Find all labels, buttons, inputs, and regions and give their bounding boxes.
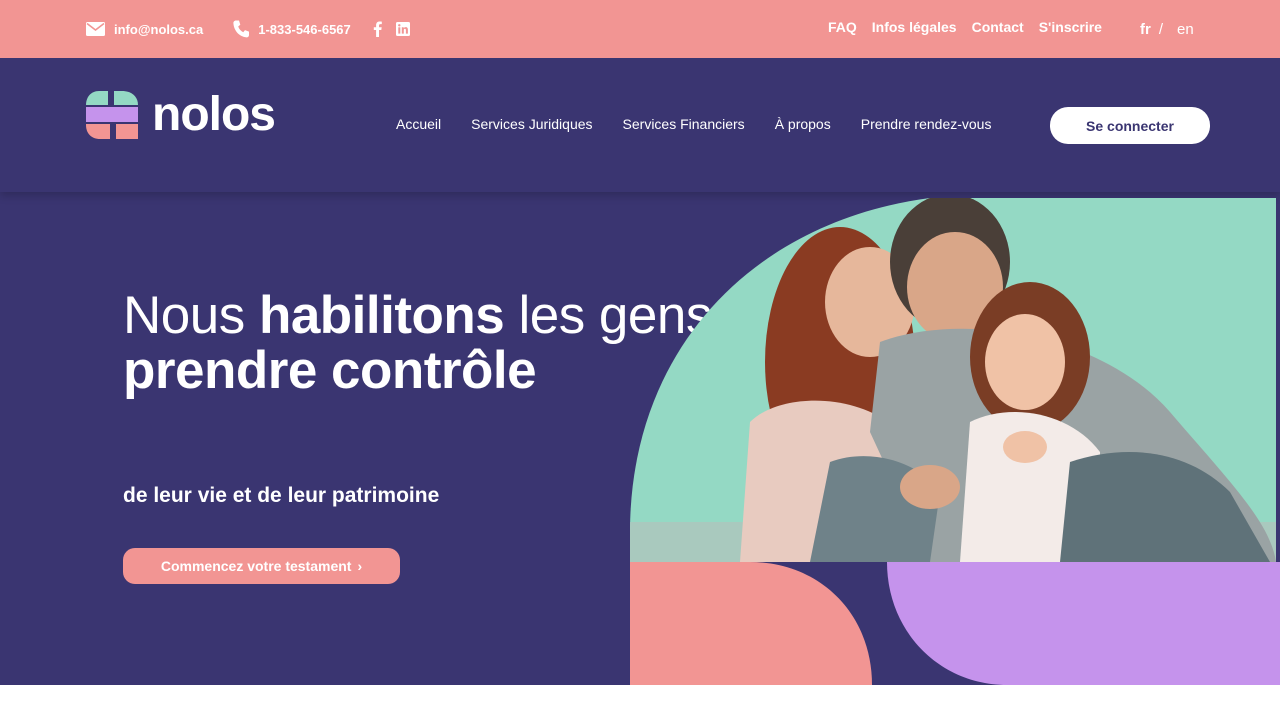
lavender-shape [887,562,1280,685]
logo[interactable]: nolos [86,88,276,141]
headline-bold-1: habilitons [258,286,505,345]
social-links [373,21,410,37]
faq-link[interactable]: FAQ [828,19,857,35]
hero-subline: de leur vie et de leur patrimoine [123,484,440,507]
phone-text: 1-833-546-6567 [258,21,351,37]
nav-item-services-financiers[interactable]: Services Financiers [623,116,745,132]
start-will-button[interactable]: Commencez votre testament › [123,548,400,584]
login-button[interactable]: Se connecter [1050,107,1210,144]
lang-en[interactable]: en [1177,21,1194,38]
language-switcher: fr / en [1140,21,1194,38]
top-links: FAQ Infos légales Contact S'inscrire [828,19,1102,35]
linkedin-icon[interactable] [395,22,410,36]
logo-mark-icon [86,91,138,139]
logo-text: nolos [152,88,276,141]
nav-item-a-propos[interactable]: À propos [775,116,831,132]
hero-artwork [630,198,1280,685]
facebook-icon[interactable] [373,21,382,37]
main-nav: Accueil Services Juridiques Services Fin… [396,116,991,132]
lang-fr[interactable]: fr [1140,21,1151,38]
email-link[interactable]: info@nolos.ca [86,22,203,37]
signup-link[interactable]: S'inscrire [1039,19,1102,35]
phone-icon [233,20,250,38]
nav-item-accueil[interactable]: Accueil [396,116,441,132]
legal-link[interactable]: Infos légales [872,19,957,35]
nav-item-services-juridiques[interactable]: Services Juridiques [471,116,592,132]
envelope-icon [86,22,105,36]
contact-link[interactable]: Contact [972,19,1024,35]
top-bar: info@nolos.ca 1-833-546-6567 FAQ Infos l… [0,0,1280,58]
cta-label: Commencez votre testament [160,558,352,574]
hero-section: nolos Accueil Services Juridiques Servic… [0,58,1280,685]
nav-item-prendre-rendez-vous[interactable]: Prendre rendez-vous [861,116,992,132]
headline-bold-2: prendre contrôle [123,341,537,400]
phone-link[interactable]: 1-833-546-6567 [233,20,351,38]
headline-part-1: Nous [123,286,259,345]
email-text: info@nolos.ca [114,21,204,37]
lang-separator: / [1158,21,1164,38]
chevron-right-icon: › [357,558,363,574]
contact-info: info@nolos.ca 1-833-546-6567 [86,0,410,58]
